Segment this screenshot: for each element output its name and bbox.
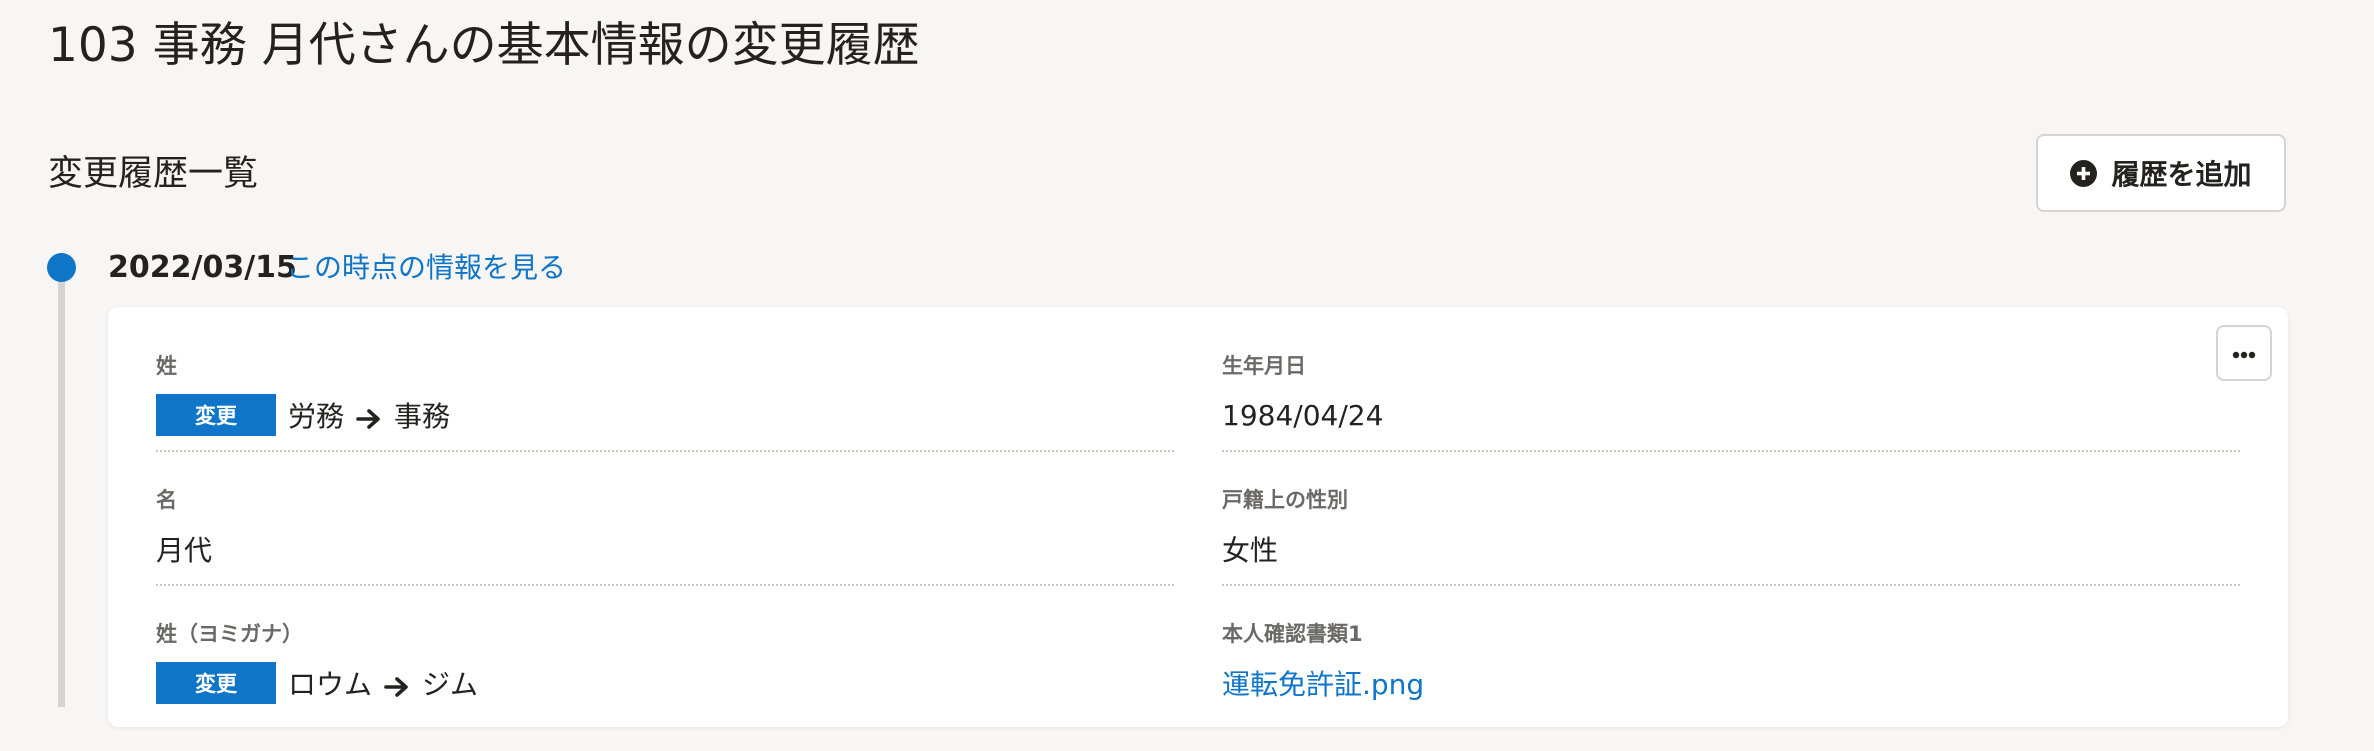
new-value: ジム <box>422 668 479 701</box>
add-history-button-label: 履歴を追加 <box>2111 158 2252 191</box>
old-value: 労務 <box>288 400 345 433</box>
field-value: 変更 労務 事務 <box>156 394 450 436</box>
field-value: 月代 <box>156 534 213 567</box>
field-value: 運転免許証.png <box>1222 662 1424 704</box>
view-snapshot-link[interactable]: この時点の情報を見る <box>286 248 566 288</box>
id-document-file-link[interactable]: 運転免許証.png <box>1222 663 1424 703</box>
field-registered-gender: 戸籍上の性別 女性 <box>1222 486 2240 617</box>
change-badge: 変更 <box>156 394 276 436</box>
field-divider <box>156 450 1174 452</box>
timeline-dot <box>47 253 76 282</box>
field-divider <box>1222 584 2240 586</box>
field-divider <box>1222 450 2240 452</box>
plus-circle-icon <box>2070 159 2098 187</box>
field-divider <box>156 584 1174 586</box>
field-label: 生年月日 <box>1222 354 1306 378</box>
field-label: 戸籍上の性別 <box>1222 488 1348 512</box>
page-title: 103 事務 月代さんの基本情報の変更履歴 <box>48 18 920 73</box>
add-history-button[interactable]: 履歴を追加 <box>2036 134 2286 212</box>
field-label: 姓 <box>156 354 177 378</box>
field-value: 女性 <box>1222 534 1279 567</box>
field-last-name-kana: 姓（ヨミガナ） 変更 ロウム ジム <box>156 620 1174 751</box>
field-value: 1984/04/24 <box>1222 398 1384 432</box>
field-last-name: 姓 変更 労務 事務 <box>156 352 1174 483</box>
field-id-document-1: 本人確認書類1 運転免許証.png <box>1222 620 2240 751</box>
old-value: ロウム <box>288 668 373 701</box>
new-value: 事務 <box>394 400 451 433</box>
field-label: 姓（ヨミガナ） <box>156 622 303 646</box>
field-label: 名 <box>156 488 177 512</box>
arrow-right-icon <box>384 672 410 697</box>
field-label: 本人確認書類1 <box>1222 622 1363 646</box>
history-entry-date: 2022/03/15 <box>108 250 297 285</box>
field-first-name: 名 月代 <box>156 486 1174 617</box>
timeline-line <box>58 270 65 707</box>
history-section-title: 変更履歴一覧 <box>48 154 259 194</box>
field-value: 変更 ロウム ジム <box>156 662 478 704</box>
field-birth-date: 生年月日 1984/04/24 <box>1222 352 2240 483</box>
arrow-right-icon <box>356 404 382 429</box>
change-badge: 変更 <box>156 662 276 704</box>
